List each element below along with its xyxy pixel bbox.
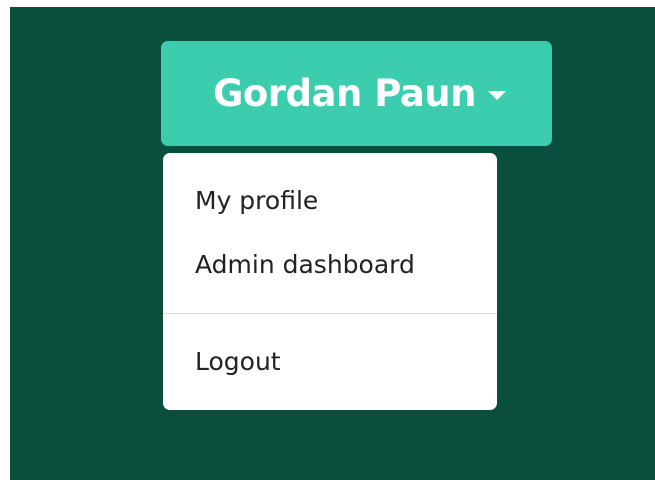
menu-item-admin-dashboard[interactable]: Admin dashboard [195,250,415,279]
user-dropdown-menu: My profile Admin dashboard Logout [163,153,497,410]
menu-divider [163,313,497,314]
username-label: Gordan Paun [213,72,477,115]
caret-down-icon [488,91,506,100]
user-dropdown-button[interactable]: Gordan Paun [161,41,552,146]
menu-item-my-profile[interactable]: My profile [195,186,318,215]
menu-item-logout[interactable]: Logout [195,347,281,376]
